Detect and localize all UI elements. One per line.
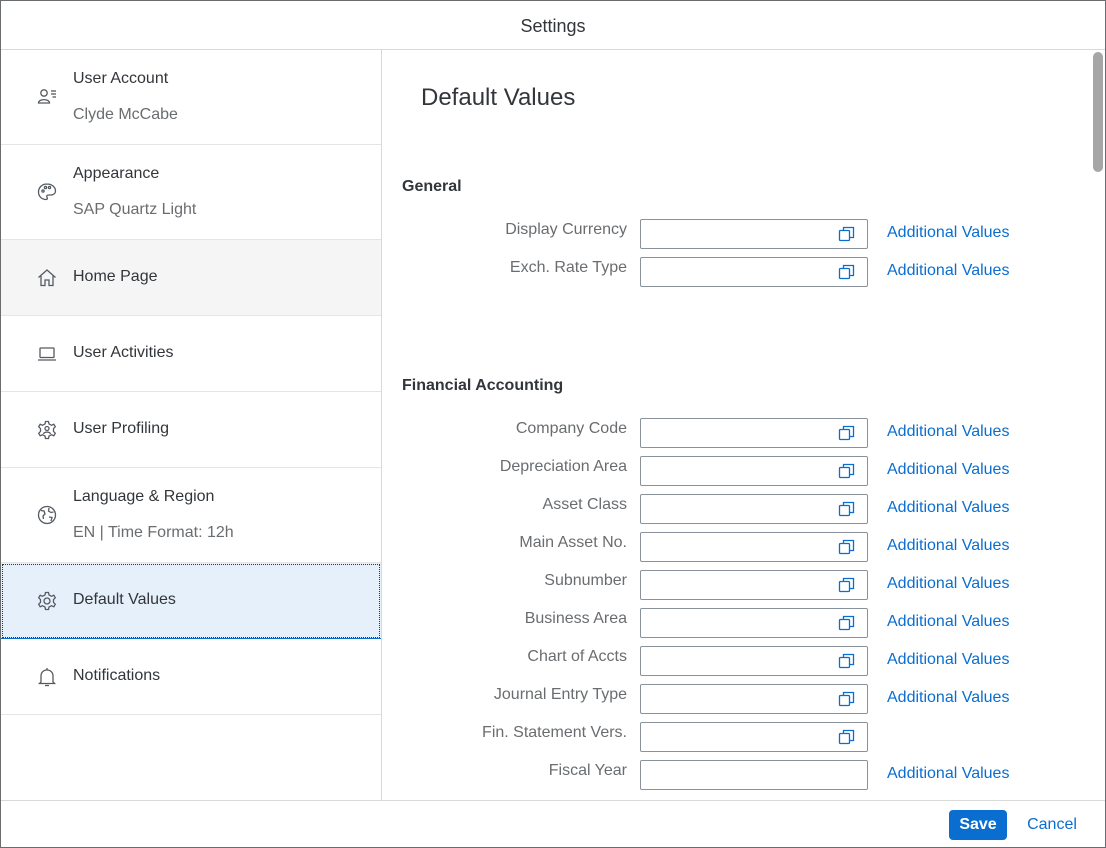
field-label: Company Code (515, 420, 627, 437)
save-button[interactable]: Save (949, 810, 1007, 840)
field-input[interactable] (640, 532, 868, 562)
sidebar-item-title: User Account (73, 70, 169, 87)
sidebar-item-appearance[interactable]: Appearance SAP Quartz Light (1, 145, 381, 240)
form-row: Journal Entry Type Additional Values (382, 684, 1082, 716)
default-values-panel: Default Values General Display Currency Ad… (382, 50, 1105, 800)
sidebar-item-home-page[interactable]: Home Page (1, 240, 381, 316)
form-row: Asset Class Additional Values (382, 494, 1082, 526)
additional-values-link[interactable]: Additional Values (887, 537, 1009, 555)
user-account-icon (36, 86, 58, 108)
sidebar-item-title: Default Values (73, 591, 176, 608)
globe-icon (36, 504, 58, 526)
form-row: Business Area Additional Values (382, 608, 1082, 640)
dialog-footer: Save Cancel (1, 800, 1105, 847)
field-input[interactable] (640, 722, 868, 752)
field-label: Exch. Rate Type (509, 259, 627, 276)
field-input[interactable] (640, 760, 868, 790)
settings-dialog: Settings User Account Clyde McCabe Appea… (0, 0, 1106, 848)
field-input[interactable] (640, 456, 868, 486)
field-input[interactable] (640, 570, 868, 600)
sidebar-item-user-activities[interactable]: User Activities (1, 316, 381, 392)
sidebar-item-title: Appearance (73, 165, 160, 182)
sidebar-item-user-account[interactable]: User Account Clyde McCabe (1, 50, 381, 145)
field-label: Chart of Accts (527, 648, 627, 665)
field-input[interactable] (640, 219, 868, 249)
sidebar-item-user-profiling[interactable]: User Profiling (1, 392, 381, 468)
sidebar-item-language-region[interactable]: Language & Region EN | Time Format: 12h (1, 468, 381, 563)
field-input[interactable] (640, 494, 868, 524)
cancel-button[interactable]: Cancel (1017, 810, 1087, 840)
form-row: Display Currency Additional Values (382, 219, 1082, 251)
sidebar-item-title: Home Page (73, 268, 158, 285)
sidebar-item-title: User Profiling (73, 420, 170, 437)
additional-values-link[interactable]: Additional Values (887, 689, 1009, 707)
home-icon (36, 267, 58, 289)
additional-values-link[interactable]: Additional Values (887, 765, 1009, 783)
value-help-icon[interactable] (838, 728, 856, 746)
field-label: Fin. Statement Vers. (482, 724, 627, 741)
field-input[interactable] (640, 608, 868, 638)
field-input[interactable] (640, 684, 868, 714)
form-row: Company Code Additional Values (382, 418, 1082, 450)
value-help-icon[interactable] (838, 576, 856, 594)
sidebar-item-title: User Activities (73, 344, 174, 361)
sidebar-item-title: Language & Region (73, 488, 215, 505)
value-help-icon[interactable] (838, 424, 856, 442)
section-title: General (402, 178, 462, 195)
additional-values-link[interactable]: Additional Values (887, 224, 1009, 242)
dialog-title: Settings (1, 1, 1105, 50)
value-help-icon[interactable] (838, 462, 856, 480)
field-label: Asset Class (542, 496, 627, 513)
gear-icon (36, 590, 58, 612)
laptop-icon (36, 343, 58, 365)
field-label: Main Asset No. (519, 534, 627, 551)
palette-icon (36, 181, 58, 203)
field-input[interactable] (640, 418, 868, 448)
value-help-icon[interactable] (838, 690, 856, 708)
field-label: Subnumber (544, 572, 627, 589)
bell-icon (36, 666, 58, 688)
form-row: Fiscal Year Additional Values (382, 760, 1082, 792)
field-label: Depreciation Area (499, 458, 627, 475)
value-help-icon[interactable] (838, 225, 856, 243)
form-row: Subnumber Additional Values (382, 570, 1082, 602)
form-row: Chart of Accts Additional Values (382, 646, 1082, 678)
field-label: Display Currency (505, 221, 627, 238)
additional-values-link[interactable]: Additional Values (887, 575, 1009, 593)
value-help-icon[interactable] (838, 614, 856, 632)
settings-sidebar: User Account Clyde McCabe Appearance SAP… (1, 50, 382, 800)
additional-values-link[interactable]: Additional Values (887, 423, 1009, 441)
user-settings-icon (36, 419, 58, 441)
additional-values-link[interactable]: Additional Values (887, 262, 1009, 280)
field-label: Business Area (524, 610, 627, 627)
page-title: Default Values (421, 84, 576, 111)
additional-values-link[interactable]: Additional Values (887, 651, 1009, 669)
value-help-icon[interactable] (838, 652, 856, 670)
section-title: Financial Accounting (402, 377, 564, 394)
value-help-icon[interactable] (838, 263, 856, 281)
sidebar-item-title: Notifications (73, 667, 161, 684)
sidebar-item-default-values[interactable]: Default Values (1, 563, 381, 639)
additional-values-link[interactable]: Additional Values (887, 613, 1009, 631)
form-row: Depreciation Area Additional Values (382, 456, 1082, 488)
field-input[interactable] (640, 257, 868, 287)
sidebar-item-subtitle: SAP Quartz Light (73, 201, 197, 218)
field-input[interactable] (640, 646, 868, 676)
additional-values-link[interactable]: Additional Values (887, 461, 1009, 479)
vertical-scrollbar[interactable] (1091, 50, 1105, 800)
sidebar-item-notifications[interactable]: Notifications (1, 639, 381, 715)
form-row: Main Asset No. Additional Values (382, 532, 1082, 564)
additional-values-link[interactable]: Additional Values (887, 499, 1009, 517)
form-row: Fin. Statement Vers. (382, 722, 1082, 754)
value-help-icon[interactable] (838, 538, 856, 556)
field-label: Journal Entry Type (493, 686, 627, 703)
form-row: Exch. Rate Type Additional Values (382, 257, 1082, 289)
field-label: Fiscal Year (548, 762, 627, 779)
scrollbar-thumb[interactable] (1093, 52, 1103, 172)
value-help-icon[interactable] (838, 500, 856, 518)
sidebar-item-subtitle: Clyde McCabe (73, 106, 178, 123)
sidebar-item-subtitle: EN | Time Format: 12h (73, 524, 234, 541)
